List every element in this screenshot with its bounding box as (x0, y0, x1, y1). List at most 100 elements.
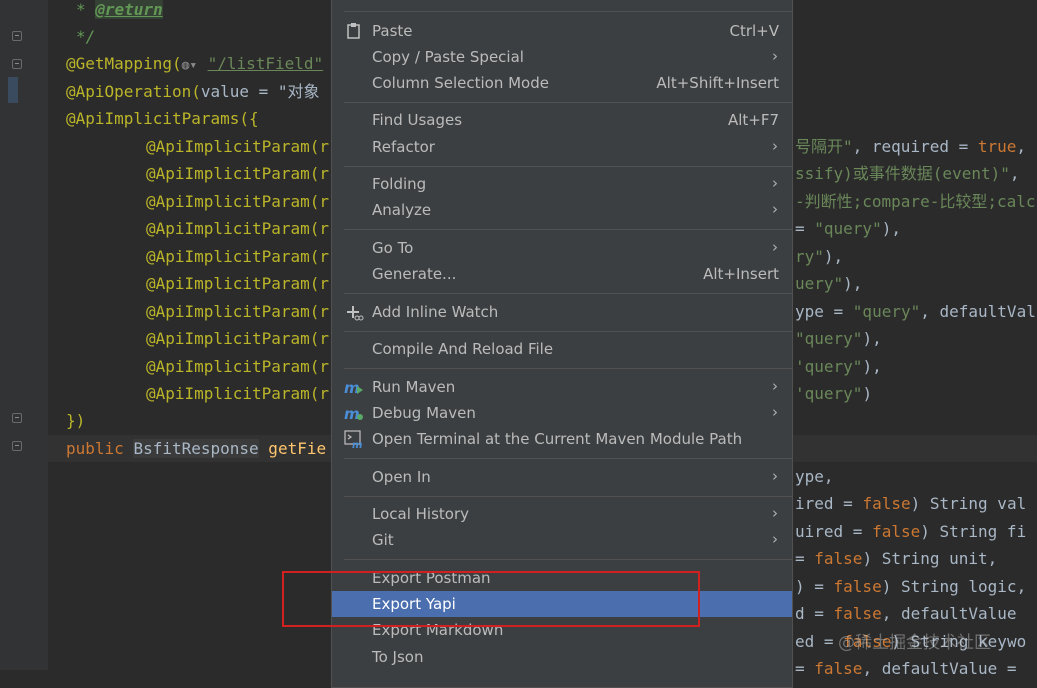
string-literal: 'query" (795, 384, 863, 403)
menu-item-label: Local History (372, 505, 470, 523)
code-fragment: ) = false) String logic, (795, 573, 1026, 600)
code-fragment: ssify)或事件数据(event)", (795, 160, 1020, 187)
string-literal: 'query" (795, 357, 863, 376)
menu-item-shortcut: Alt+Shift+Insert (656, 74, 779, 92)
menu-item-go-to[interactable]: Go To › (332, 235, 792, 261)
submenu-arrow-icon: › (772, 403, 778, 421)
menu-item-compile-and-reload[interactable]: Compile And Reload File (332, 336, 792, 362)
menu-separator (344, 166, 792, 167)
menu-item-to-json[interactable]: To Json (332, 644, 792, 670)
menu-item-label: Debug Maven (372, 404, 476, 422)
code-line: @ApiImplicitParam(r (146, 137, 330, 156)
menu-item-add-inline-watch[interactable]: Add Inline Watch (332, 299, 792, 325)
code-line: @ApiImplicitParam(r (146, 357, 330, 376)
menu-item-label: Generate... (372, 265, 457, 283)
code-text: = (795, 219, 815, 238)
menu-item-label: Refactor (372, 138, 435, 156)
fold-marker[interactable] (12, 441, 22, 451)
code-text: ype, (795, 467, 834, 486)
url-link[interactable]: "/listField" (208, 54, 324, 73)
code-fragment: ype, (795, 463, 834, 490)
code-line: @GetMapping(◍▾ "/listField" (66, 50, 323, 77)
submenu-arrow-icon: › (772, 467, 778, 485)
fold-marker[interactable] (12, 413, 22, 423)
svg-text:m: m (352, 440, 362, 451)
menu-item-open-in[interactable]: Open In › (332, 464, 792, 490)
menu-separator (344, 331, 792, 332)
globe-icon[interactable]: ◍▾ (182, 52, 208, 79)
menu-item-label: Column Selection Mode (372, 74, 549, 92)
clipboard-icon (344, 18, 364, 44)
menu-item-debug-maven[interactable]: m Debug Maven › (332, 400, 792, 426)
keyword: public (66, 439, 134, 458)
code-text: , defaultValue = (862, 659, 1017, 678)
code-fragment: 'query") (795, 380, 872, 407)
code-text: ), (862, 357, 882, 376)
menu-separator (344, 293, 792, 294)
code-line: * @return (76, 0, 163, 23)
string-literal: -判断性;compare-比较型;calc (795, 192, 1036, 211)
menu-item-shortcut: Alt+F7 (727, 111, 779, 129)
menu-item-label: To Json (372, 648, 424, 666)
code-fragment: "query"), (795, 325, 882, 352)
menu-item-run-maven[interactable]: m Run Maven › (332, 374, 792, 400)
submenu-arrow-icon: › (772, 200, 778, 218)
menu-item-label: Folding (372, 175, 427, 193)
submenu-arrow-icon: › (772, 137, 778, 155)
comment-star: * (76, 0, 96, 19)
menu-item-label: Open In (372, 468, 431, 486)
code-fragment: d = false, defaultValue (795, 600, 1017, 627)
string-literal: ssify)或事件数据(event)" (795, 164, 1010, 183)
code-fragment: uired = false) String fi (795, 518, 1026, 545)
fold-marker[interactable] (12, 59, 22, 69)
menu-item-label: Analyze (372, 201, 432, 219)
keyword: false (814, 659, 863, 678)
maven-debug-icon: m (344, 400, 364, 426)
menu-separator (344, 368, 792, 369)
menu-item-shortcut: Ctrl+V (729, 22, 779, 40)
code-text: ed = (795, 632, 844, 651)
menu-separator (344, 496, 792, 497)
fold-marker[interactable] (12, 31, 22, 41)
code-line: @ApiImplicitParam(r (146, 384, 330, 403)
code-fragment: ired = false) String val (795, 490, 1026, 517)
code-text: ype = (795, 302, 853, 321)
code-text: ired = (795, 494, 863, 513)
code-text: = (795, 549, 815, 568)
maven-terminal-icon: m (344, 426, 364, 452)
menu-item-generate[interactable]: Generate... Alt+Insert (332, 261, 792, 287)
menu-separator (344, 102, 792, 103)
javadoc-tag: @return (95, 0, 163, 19)
menu-separator (344, 229, 792, 230)
code-line: */ (76, 27, 96, 46)
submenu-arrow-icon: › (772, 238, 778, 256)
menu-item-paste[interactable]: Paste Ctrl+V (332, 18, 792, 44)
menu-item-open-terminal-maven[interactable]: m Open Terminal at the Current Maven Mod… (332, 426, 792, 452)
menu-item-label: Run Maven (372, 378, 456, 396)
menu-item-analyze[interactable]: Analyze › (332, 197, 792, 223)
code-text: ) String val (910, 494, 1027, 513)
menu-item-git[interactable]: Git › (332, 527, 792, 553)
menu-item-column-selection-mode[interactable]: Column Selection Mode Alt+Shift+Insert (332, 70, 792, 96)
code-text: value = "对象 (200, 82, 320, 101)
add-watch-icon (344, 299, 364, 325)
submenu-arrow-icon: › (772, 504, 778, 522)
menu-item-find-usages[interactable]: Find Usages Alt+F7 (332, 107, 792, 133)
code-fragment: 'query"), (795, 353, 882, 380)
submenu-arrow-icon: › (772, 530, 778, 548)
menu-item-refactor[interactable]: Refactor › (332, 134, 792, 160)
code-line: @ApiImplicitParam(r (146, 219, 330, 238)
keyword: false (833, 604, 882, 623)
menu-item-copy-paste-special[interactable]: Copy / Paste Special › (332, 44, 792, 70)
string-literal: "query" (795, 329, 863, 348)
code-text: ), (881, 219, 901, 238)
keyword: false (833, 577, 882, 596)
code-text: ), (862, 329, 882, 348)
keyword: false (862, 494, 911, 513)
menu-item-local-history[interactable]: Local History › (332, 501, 792, 527)
menu-separator (344, 559, 792, 560)
string-literal: 号隔开" (795, 137, 853, 156)
code-text: ), (823, 247, 844, 266)
menu-item-folding[interactable]: Folding › (332, 171, 792, 197)
code-fragment: = false) String unit, (795, 545, 997, 572)
